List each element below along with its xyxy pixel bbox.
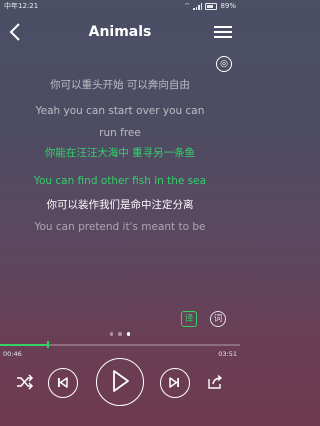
- carrier-label: 中年: [4, 2, 18, 10]
- share-button[interactable]: [206, 374, 224, 390]
- current-time: 00:46: [3, 350, 22, 358]
- play-icon: [113, 370, 129, 392]
- battery-icon: [205, 2, 218, 10]
- page-dot: [109, 332, 114, 336]
- page-dot: [118, 332, 122, 336]
- next-icon: [169, 377, 179, 388]
- menu-icon-bar: [214, 31, 232, 33]
- status-carrier-time: 中年12:21: [4, 1, 38, 11]
- lyric-line: Yeah you can start over you can: [35, 105, 205, 117]
- battery-level: 89%: [220, 2, 236, 10]
- clock: 12:21: [18, 2, 39, 10]
- lyric-line: You can pretend it's meant to be: [34, 221, 206, 233]
- menu-icon-bar: [214, 26, 232, 28]
- header: Animals: [0, 18, 240, 46]
- page-dot-active: [126, 332, 131, 336]
- signal-icon: [193, 2, 203, 10]
- progress-bar[interactable]: [0, 341, 240, 348]
- translate-button[interactable]: 译: [181, 311, 197, 327]
- previous-icon: [58, 377, 68, 388]
- word-button[interactable]: 词: [210, 311, 226, 327]
- lyric-line-current: 你能在汪汪大海中 重寻另一条鱼: [44, 147, 196, 159]
- play-button[interactable]: [96, 358, 144, 406]
- progress-handle[interactable]: [47, 341, 49, 348]
- lyric-line: 你可以重头开始 可以奔向自由: [50, 79, 190, 91]
- next-button[interactable]: [160, 368, 190, 398]
- lyric-line: run free: [99, 127, 141, 139]
- shuffle-button[interactable]: [16, 374, 34, 390]
- wifi-icon: ⌔: [183, 1, 191, 10]
- song-title: Animals: [88, 24, 152, 40]
- shuffle-icon: [17, 374, 34, 390]
- previous-button[interactable]: [48, 368, 78, 398]
- playback-controls: [0, 358, 240, 408]
- menu-icon-bar: [214, 36, 232, 38]
- share-icon: [208, 374, 223, 389]
- mode-toggle-icon[interactable]: ◎: [216, 56, 232, 72]
- menu-button[interactable]: [214, 23, 232, 41]
- status-bar: 中年12:21 ⌔ 89%: [0, 0, 240, 12]
- total-time: 03:51: [218, 350, 237, 358]
- progress-fill: [0, 344, 48, 346]
- page-indicator: [0, 332, 240, 336]
- lyric-line-current: You can find other fish in the sea: [33, 175, 207, 187]
- status-indicators: ⌔ 89%: [184, 2, 236, 11]
- lyric-line: 你可以装作我们是命中注定分离: [46, 199, 194, 211]
